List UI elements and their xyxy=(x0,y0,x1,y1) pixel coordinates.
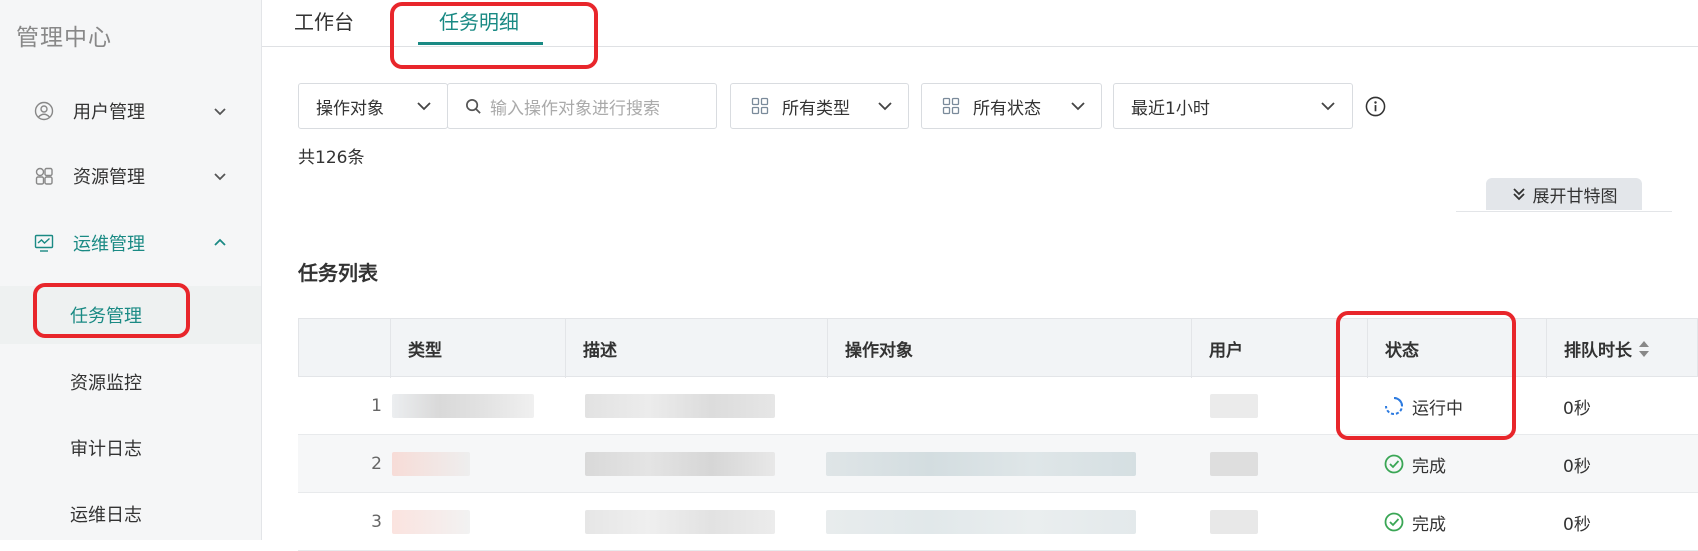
redacted-description xyxy=(585,452,775,476)
redacted-user xyxy=(1210,394,1258,418)
queue-time-cell: 0秒 xyxy=(1563,514,1591,535)
column-header-type: 类型 xyxy=(408,341,442,361)
grid-icon xyxy=(751,97,769,115)
grid-icon xyxy=(942,97,960,115)
time-range-select[interactable]: 最近1小时 xyxy=(1113,83,1353,129)
redacted-target xyxy=(826,510,1136,534)
user-icon xyxy=(34,101,54,121)
section-title: 任务列表 xyxy=(298,261,378,285)
type-select-value: 所有类型 xyxy=(782,98,850,119)
queue-time-cell: 0秒 xyxy=(1563,456,1591,477)
tab-workbench[interactable]: 工作台 xyxy=(294,6,354,35)
redacted-type xyxy=(392,452,470,476)
status-text: 完成 xyxy=(1412,514,1446,535)
table-row[interactable]: 3 完成 0秒 xyxy=(298,493,1698,551)
time-range-value: 最近1小时 xyxy=(1131,98,1210,119)
redacted-description xyxy=(585,510,775,534)
target-select-value: 操作对象 xyxy=(316,98,384,119)
status-select-value: 所有状态 xyxy=(973,98,1041,119)
check-circle-icon xyxy=(1384,512,1404,532)
grid-icon xyxy=(35,167,53,185)
result-count: 共126条 xyxy=(298,148,365,168)
chevron-down-icon xyxy=(214,173,226,181)
check-circle-icon xyxy=(1384,454,1404,474)
column-header-target: 操作对象 xyxy=(845,341,913,361)
column-header-queue-time[interactable]: 排队时长 xyxy=(1564,319,1650,378)
chevron-down-icon xyxy=(1321,102,1335,111)
annotation-box-status xyxy=(1336,311,1516,440)
column-header-label: 排队时长 xyxy=(1564,341,1632,361)
redacted-target xyxy=(826,452,1136,476)
search-input[interactable]: 输入操作对象进行搜索 xyxy=(447,83,717,129)
redacted-type xyxy=(392,510,470,534)
sidebar-subitem-audit-log[interactable]: 审计日志 xyxy=(0,419,261,477)
divider xyxy=(1456,211,1672,212)
redacted-type xyxy=(392,394,534,418)
double-chevron-down-icon xyxy=(1512,188,1525,201)
row-index: 2 xyxy=(371,454,382,474)
status-text: 完成 xyxy=(1412,456,1446,477)
queue-time-cell: 0秒 xyxy=(1563,398,1591,419)
chevron-down-icon xyxy=(1071,102,1085,111)
sidebar-item-ops-management[interactable]: 运维管理 xyxy=(0,213,261,273)
sidebar-subitem-resource-monitoring[interactable]: 资源监控 xyxy=(0,353,261,411)
sidebar-subitem-ops-log[interactable]: 运维日志 xyxy=(0,485,261,543)
sidebar-subitem-label: 运维日志 xyxy=(70,505,142,526)
column-header-user: 用户 xyxy=(1209,341,1243,361)
search-icon xyxy=(466,98,481,114)
expand-gantt-label: 展开甘特图 xyxy=(1532,186,1618,207)
sidebar-item-label: 运维管理 xyxy=(73,234,145,255)
table-row[interactable]: 2 完成 0秒 xyxy=(298,435,1698,493)
row-index: 3 xyxy=(371,512,382,532)
search-placeholder: 输入操作对象进行搜索 xyxy=(490,98,660,119)
sidebar: 管理中心 用户管理 资源管理 运维管理 任务管理 资源监控 审计日志 运维日志 xyxy=(0,0,262,540)
expand-gantt-button[interactable]: 展开甘特图 xyxy=(1486,178,1642,210)
redacted-user xyxy=(1210,452,1258,476)
sidebar-item-label: 用户管理 xyxy=(73,102,145,123)
status-cell: 完成 xyxy=(1384,493,1446,551)
type-select[interactable]: 所有类型 xyxy=(730,83,909,129)
redacted-user xyxy=(1210,510,1258,534)
annotation-box-tab xyxy=(390,2,598,69)
sidebar-item-label: 资源管理 xyxy=(73,167,145,188)
info-icon[interactable] xyxy=(1365,96,1386,117)
column-header-description: 描述 xyxy=(583,341,617,361)
annotation-box-sidebar xyxy=(33,283,190,338)
chevron-down-icon xyxy=(214,108,226,116)
chevron-up-icon xyxy=(214,238,226,246)
chevron-down-icon xyxy=(417,102,431,111)
chevron-down-icon xyxy=(878,102,892,111)
status-select[interactable]: 所有状态 xyxy=(921,83,1102,129)
sidebar-subitem-label: 资源监控 xyxy=(70,373,142,394)
row-index: 1 xyxy=(371,396,382,416)
sidebar-title: 管理中心 xyxy=(16,25,112,51)
sidebar-item-resource-management[interactable]: 资源管理 xyxy=(0,146,261,206)
sort-icon[interactable] xyxy=(1638,339,1650,359)
monitor-chart-icon xyxy=(34,234,54,252)
sidebar-subitem-label: 审计日志 xyxy=(70,439,142,460)
redacted-description xyxy=(585,394,775,418)
target-select[interactable]: 操作对象 xyxy=(298,83,448,129)
sidebar-item-user-management[interactable]: 用户管理 xyxy=(0,81,261,141)
status-cell: 完成 xyxy=(1384,435,1446,493)
